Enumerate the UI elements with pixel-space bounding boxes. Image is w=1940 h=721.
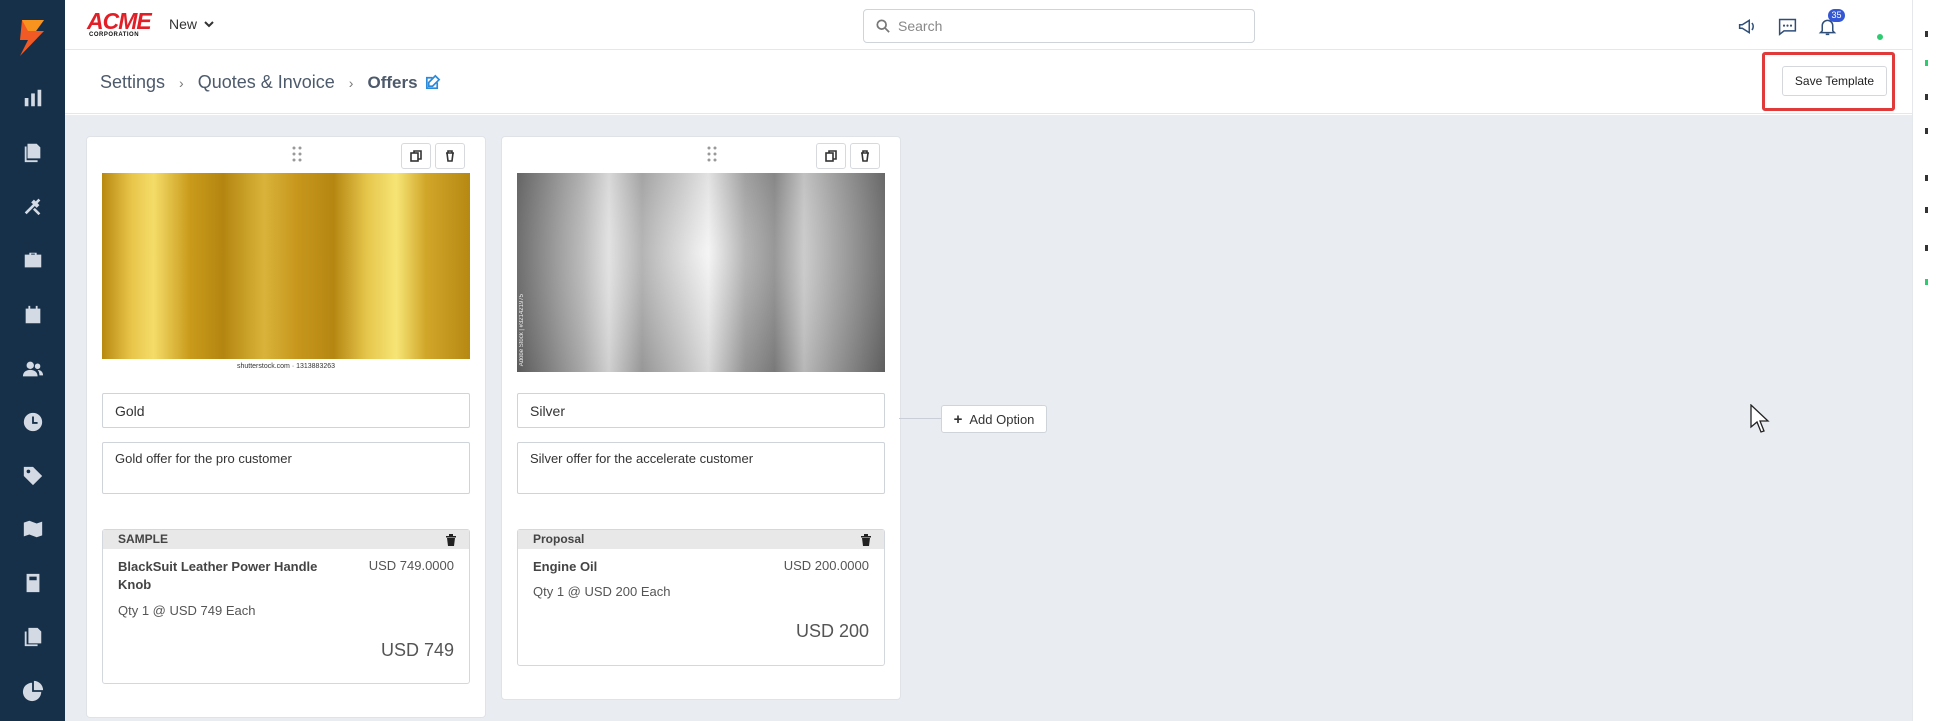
clock-icon[interactable] [19,408,47,436]
map-icon[interactable] [19,515,47,543]
right-strip-mark [1925,60,1928,66]
section-title: Proposal [533,532,585,546]
delete-section-button[interactable] [445,533,457,546]
image-caption: Adobe Stock | #321421975 [519,293,525,366]
pie-chart-icon[interactable] [19,677,47,705]
offer-total: USD 749 [380,640,454,660]
offer-name-input[interactable] [517,393,885,428]
trash-icon [446,150,454,162]
offer-card-gold: shutterstock.com · 1313883263 Gold offer… [86,136,486,718]
offer-name-input[interactable] [102,393,470,428]
brand-logo[interactable]: ACME CORPORATION [87,8,152,39]
section-title: SAMPLE [118,532,169,546]
breadcrumb-current: Offers [367,72,418,92]
section-header: Proposal [518,530,884,549]
delete-section-button[interactable] [860,533,872,546]
add-option-label: Add Option [969,411,1035,427]
copy-icon [825,150,837,162]
briefcase-icon[interactable] [19,247,47,275]
trash-icon [861,150,869,162]
line-item-qty: Qty 1 @ USD 749 Each [118,603,256,618]
files-icon[interactable] [19,623,47,651]
search-box[interactable] [863,9,1255,43]
image-caption: shutterstock.com · 1313883263 [236,363,336,370]
breadcrumb-settings[interactable]: Settings [100,72,165,93]
delete-offer-button[interactable] [435,143,465,169]
offer-image-gold[interactable]: shutterstock.com · 1313883263 [102,173,470,370]
chevron-down-icon [204,21,214,28]
chevron-right-icon: › [179,74,184,91]
edit-icon[interactable] [424,74,441,91]
line-item-price: USD 200.0000 [783,558,869,573]
right-strip-mark [1925,207,1928,213]
calendar-icon[interactable] [19,301,47,329]
line-item-name: BlackSuit Leather Power Handle Knob [118,559,318,592]
chat-icon[interactable] [1775,14,1799,38]
breadcrumb: Settings › Quotes & Invoice › Offers [100,72,441,93]
trash-icon [446,534,456,546]
megaphone-icon[interactable] [1735,14,1759,38]
sidebar [0,0,65,721]
right-strip-mark [1925,94,1928,100]
save-template-button[interactable]: Save Template [1782,66,1887,96]
app-logo-icon[interactable] [14,18,50,58]
drag-handle-icon[interactable] [291,145,303,163]
right-strip-mark [1925,279,1928,285]
breadcrumb-bar: Settings › Quotes & Invoice › Offers [65,51,1912,114]
section-header: SAMPLE [103,530,469,549]
line-item-name: Engine Oil [533,559,598,574]
plus-icon: + [953,410,963,428]
add-option-button[interactable]: + Add Option [941,405,1047,433]
copy-icon [410,150,422,162]
contacts-icon[interactable] [19,355,47,383]
tag-icon[interactable] [19,462,47,490]
add-option-connector [899,418,941,419]
offer-image-silver[interactable]: Adobe Stock | #321421975 [517,173,885,372]
online-status-dot [1876,33,1884,41]
dashboard-chart-icon[interactable] [19,84,47,112]
search-input[interactable] [898,18,1238,34]
line-items-section: SAMPLE BlackSuit Leather Power Handle Kn… [102,529,470,684]
offer-description-input[interactable]: Silver offer for the accelerate customer [517,442,885,494]
calculator-icon[interactable] [19,569,47,597]
duplicate-offer-button[interactable] [401,143,431,169]
line-item-qty: Qty 1 @ USD 200 Each [533,584,671,599]
right-strip-mark [1925,31,1928,37]
offer-description-input[interactable]: Gold offer for the pro customer [102,442,470,494]
line-item-price: USD 749.0000 [368,558,454,573]
breadcrumb-quotes-invoice[interactable]: Quotes & Invoice [198,72,335,93]
offer-card-silver: Adobe Stock | #321421975 Silver offer fo… [501,136,901,700]
delete-offer-button[interactable] [850,143,880,169]
right-strip-mark [1925,175,1928,181]
trash-icon [861,534,871,546]
right-strip-mark [1925,128,1928,134]
tools-icon[interactable] [19,192,47,220]
new-dropdown-button[interactable]: New [169,16,214,32]
drag-handle-icon[interactable] [706,145,718,163]
right-panel-strip [1912,0,1940,721]
documents-icon[interactable] [19,138,47,166]
notification-badge: 35 [1828,9,1845,22]
top-bar: ACME CORPORATION New [65,0,1940,50]
offer-total: USD 200 [795,621,869,641]
line-items-section: Proposal Engine Oil USD 200.0000 Qty 1 @… [517,529,885,666]
gold-texture-image [102,173,470,359]
duplicate-offer-button[interactable] [816,143,846,169]
brand-name: ACME [87,8,152,34]
new-label: New [169,16,198,32]
chevron-right-icon: › [348,74,354,91]
mouse-cursor-icon [1750,404,1770,433]
right-strip-mark [1925,245,1928,251]
silver-texture-image: Adobe Stock | #321421975 [517,173,885,372]
search-icon [876,19,890,33]
